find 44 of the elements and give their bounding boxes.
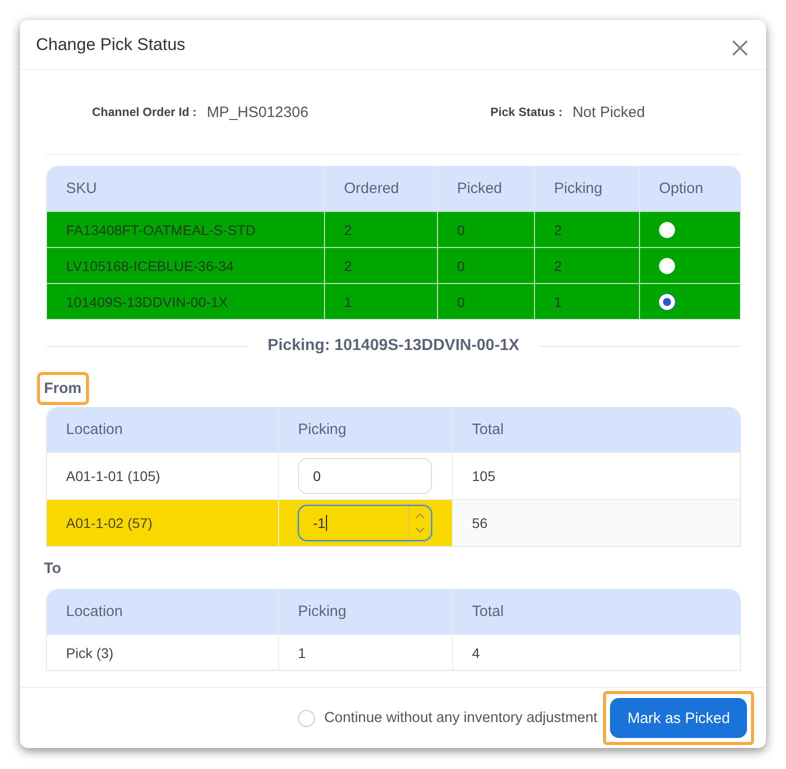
column-header: Location — [47, 589, 278, 634]
table-cell: 4 — [452, 634, 740, 670]
field-label: Pick Status : — [490, 105, 562, 119]
table-cell: 2 — [324, 211, 437, 247]
column-header: Picked — [437, 166, 534, 211]
column-header: Location — [47, 407, 278, 452]
column-header: Option — [639, 166, 740, 211]
table-cell: LV105168-ICEBLUE-36-34 — [47, 247, 324, 283]
table-cell: 101409S-13DDVIN-00-1X — [47, 283, 324, 319]
field-value: MP_HS012306 — [206, 104, 308, 120]
column-header: Picking — [278, 589, 452, 634]
radio-button[interactable] — [659, 258, 675, 274]
table-cell: 56 — [452, 499, 740, 546]
table-cell: 2 — [534, 211, 639, 247]
table-cell: 2 — [324, 247, 437, 283]
quantity-field[interactable]: 0 — [298, 458, 432, 494]
column-header: Total — [452, 589, 740, 634]
table-cell: 1 — [324, 283, 437, 319]
column-header: Ordered — [324, 166, 437, 211]
quantity-field[interactable]: -1 — [298, 505, 432, 541]
radio-button[interactable] — [659, 222, 675, 238]
table-cell: 0 — [437, 283, 534, 319]
column-header: Picking — [278, 407, 452, 452]
picking-title: Picking: 101409S-13DDVIN-00-1X — [268, 337, 520, 355]
table-cell: 1 — [534, 283, 639, 319]
column-header: Total — [452, 407, 740, 452]
radio-button[interactable] — [659, 294, 675, 310]
dialog-title: Change Pick Status — [36, 34, 186, 54]
table-cell: FA13408FT-OATMEAL-S-STD — [47, 211, 324, 247]
adjustment-option[interactable]: Continue without any inventory adjustment — [298, 710, 598, 726]
column-header: SKU — [47, 166, 324, 211]
close-icon[interactable] — [732, 40, 748, 56]
table-cell: 0 — [437, 211, 534, 247]
column-header: Picking — [534, 166, 639, 211]
field-label: Channel Order Id : — [92, 105, 197, 119]
table-cell: 0 — [437, 247, 534, 283]
table-cell: 2 — [534, 247, 639, 283]
table-cell: A01-1-02 (57) — [47, 499, 278, 546]
field-value: Not Picked — [572, 104, 645, 120]
mark-as-picked-button[interactable]: Mark as Picked — [610, 698, 747, 738]
section-label: To — [43, 559, 62, 579]
table-cell: 1 — [278, 634, 452, 670]
section-label: From — [37, 372, 88, 405]
table-cell: Pick (3) — [47, 634, 278, 670]
